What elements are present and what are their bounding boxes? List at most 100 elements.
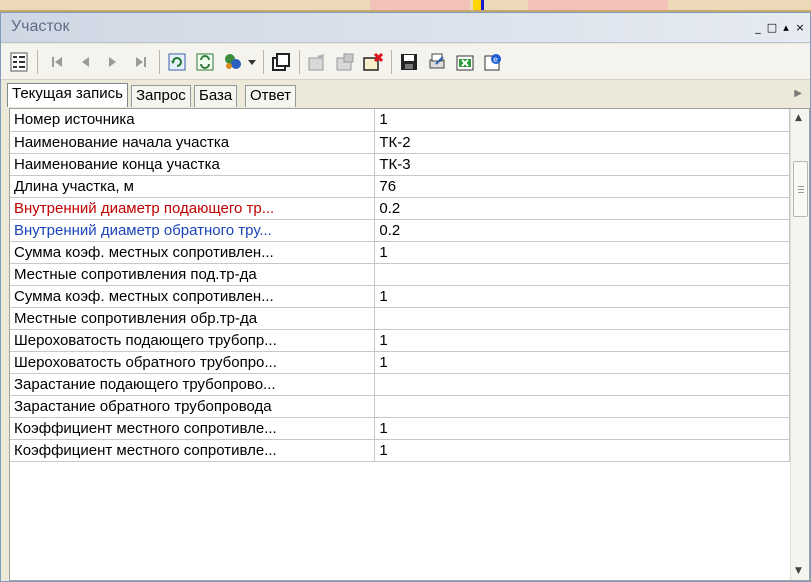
property-name: Длина участка, м (10, 175, 376, 198)
tab-scroll-right-icon[interactable]: ▶ (794, 88, 802, 99)
window-controls: _ □ ▴ × (752, 22, 806, 34)
dropdown-icon[interactable] (245, 50, 259, 74)
fields-icon[interactable] (7, 50, 31, 74)
property-value[interactable] (374, 373, 790, 396)
property-value[interactable]: 1 (374, 109, 790, 132)
property-name: Местные сопротивления обр.тр-да (10, 307, 376, 330)
tab-query[interactable]: Запрос (131, 85, 191, 107)
property-name: Наименование конца участка (10, 153, 376, 176)
thumb-grip (798, 192, 804, 193)
table-row[interactable]: Наименование конца участка ТК-3 (10, 153, 790, 176)
property-name: Шероховатость подающего трубопр... (10, 329, 376, 352)
edit-object-icon[interactable] (305, 50, 329, 74)
table-row[interactable]: Зарастание обратного трубопровода (10, 395, 790, 418)
rollup-button[interactable]: ▴ (780, 22, 792, 34)
host-map-area-2 (528, 0, 668, 10)
vertical-scrollbar[interactable]: ▲ ▼ (790, 109, 809, 580)
maximize-button[interactable]: □ (766, 22, 778, 34)
property-grid: Номер источника 1 Наименование начала учас… (9, 108, 810, 581)
property-name: Сумма коэф. местных сопротивлен... (10, 285, 376, 308)
property-value[interactable]: ТК-3 (374, 153, 790, 176)
property-name: Номер источника (10, 109, 376, 132)
property-value[interactable] (374, 263, 790, 286)
table-row[interactable]: Местные сопротивления обр.тр-да (10, 307, 790, 330)
toolbar: e (1, 44, 810, 80)
sync-icon[interactable] (193, 50, 217, 74)
thumb-grip (798, 189, 804, 190)
close-button[interactable]: × (794, 22, 806, 34)
scroll-up-icon[interactable]: ▲ (795, 113, 802, 123)
property-name: Наименование начала участка (10, 131, 376, 154)
property-value[interactable]: 1 (374, 329, 790, 352)
record-window: Участок _ □ ▴ × e Текущая запись Запрос … (0, 12, 811, 582)
host-app-strip (0, 0, 811, 12)
new-object-icon[interactable] (269, 50, 293, 74)
table-row[interactable]: Внутренний диаметр обратного тру... 0.2 (10, 219, 790, 242)
save-icon[interactable] (397, 50, 421, 74)
table-row[interactable]: Шероховатость обратного трубопро... 1 (10, 351, 790, 374)
tab-bar: Текущая запись Запрос База Ответ ▶ (1, 81, 810, 108)
tab-current-record[interactable]: Текущая запись (7, 83, 128, 107)
tab-database[interactable]: База (194, 85, 238, 107)
property-table: Номер источника 1 Наименование начала учас… (10, 109, 790, 462)
tools-icon[interactable] (221, 50, 245, 74)
table-row[interactable]: Наименование начала участка ТК-2 (10, 131, 790, 154)
property-name: Зарастание подающего трубопрово... (10, 373, 376, 396)
minimize-button[interactable]: _ (752, 22, 764, 34)
property-value[interactable]: 1 (374, 417, 790, 440)
next-record-icon[interactable] (101, 50, 125, 74)
property-name: Шероховатость обратного трубопро... (10, 351, 376, 374)
property-value[interactable]: 1 (374, 285, 790, 308)
refresh-icon[interactable] (165, 50, 189, 74)
prev-record-icon[interactable] (73, 50, 97, 74)
property-value[interactable]: 1 (374, 241, 790, 264)
toolbar-separator (299, 50, 300, 74)
property-value[interactable]: 1 (374, 439, 790, 462)
scroll-thumb[interactable] (793, 161, 808, 217)
property-value[interactable]: 0.2 (374, 197, 790, 220)
title-bar[interactable]: Участок _ □ ▴ × (1, 13, 810, 43)
property-name: Коэффициент местного сопротивле... (10, 417, 376, 440)
toolbar-separator (391, 50, 392, 74)
scroll-down-icon[interactable]: ▼ (795, 566, 802, 576)
property-name: Внутренний диаметр подающего тр... (10, 197, 376, 220)
window-title: Участок (11, 18, 70, 35)
delete-object-icon[interactable] (361, 50, 385, 74)
property-value[interactable]: ТК-2 (374, 131, 790, 154)
table-row[interactable]: Коэффициент местного сопротивле... 1 (10, 417, 790, 440)
table-row[interactable]: Зарастание подающего трубопрово... (10, 373, 790, 396)
property-value[interactable]: 0.2 (374, 219, 790, 242)
table-row[interactable]: Сумма коэф. местных сопротивлен... 1 (10, 241, 790, 264)
property-name: Сумма коэф. местных сопротивлен... (10, 241, 376, 264)
table-row[interactable]: Шероховатость подающего трубопр... 1 (10, 329, 790, 352)
table-row[interactable]: Длина участка, м 76 (10, 175, 790, 198)
host-map-marker (473, 0, 481, 10)
property-name: Местные сопротивления под.тр-да (10, 263, 376, 286)
thumb-grip (798, 186, 804, 187)
property-value[interactable]: 1 (374, 351, 790, 374)
property-name: Внутренний диаметр обратного тру... (10, 219, 376, 242)
toolbar-separator (263, 50, 264, 74)
property-value[interactable]: 76 (374, 175, 790, 198)
last-record-icon[interactable] (129, 50, 153, 74)
table-row[interactable]: Сумма коэф. местных сопротивлен... 1 (10, 285, 790, 308)
export-icon[interactable] (453, 50, 477, 74)
property-value[interactable] (374, 307, 790, 330)
property-name: Зарастание обратного трубопровода (10, 395, 376, 418)
table-row[interactable]: Номер источника 1 (10, 109, 790, 132)
table-row[interactable]: Внутренний диаметр подающего тр... 0.2 (10, 197, 790, 220)
first-record-icon[interactable] (45, 50, 69, 74)
toolbar-separator (37, 50, 38, 74)
host-map-area (370, 0, 470, 10)
table-row[interactable]: Коэффициент местного сопротивле... 1 (10, 439, 790, 462)
property-value[interactable] (374, 395, 790, 418)
svg-text:e: e (493, 55, 498, 64)
host-map-line (481, 0, 484, 10)
copy-object-icon[interactable] (333, 50, 357, 74)
print-icon[interactable] (425, 50, 449, 74)
toolbar-separator (159, 50, 160, 74)
table-row[interactable]: Местные сопротивления под.тр-да (10, 263, 790, 286)
property-name: Коэффициент местного сопротивле... (10, 439, 376, 462)
internet-icon[interactable]: e (481, 50, 505, 74)
tab-answer[interactable]: Ответ (245, 85, 297, 107)
